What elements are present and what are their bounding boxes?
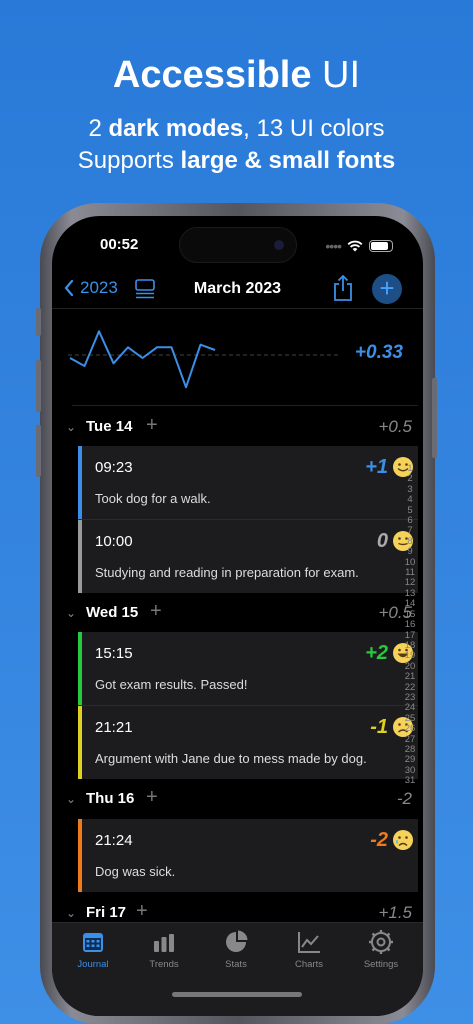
tab-label: Settings <box>363 959 399 970</box>
smiley-crying-icon <box>393 830 413 850</box>
tab-bar: Journal Trends Stats Charts Settings <box>52 922 423 1016</box>
date-index-scrubber[interactable]: 1 2 3 4 5 6 7 8 9 10 11 12 13 14 15 16 17 18 19 20 21 22 23 24 2… <box>403 463 417 787</box>
promo-line-1-post: , 13 UI colors <box>243 115 385 142</box>
add-entry-button[interactable]: + <box>372 274 402 304</box>
entry-note: Studying and reading in preparation for … <box>95 565 359 580</box>
journal-entry[interactable]: 09:23 +1 Took dog for a walk. <box>78 446 418 519</box>
journal-entry[interactable]: 10:00 0 Studying and reading in preparat… <box>78 520 418 593</box>
phone-volume-down <box>36 425 41 477</box>
promo-line-2-bold: large & small fonts <box>180 147 396 174</box>
entry-score: +1 <box>365 456 388 478</box>
chevron-down-icon[interactable]: ⌄ <box>66 792 76 806</box>
tab-charts[interactable]: Charts <box>274 929 344 970</box>
divider <box>72 405 418 406</box>
add-day-entry-icon[interactable]: + <box>146 786 158 809</box>
calendar-icon <box>83 933 103 952</box>
entry-note: Argument with Jane due to mess made by d… <box>95 751 367 766</box>
plus-icon: + <box>379 273 395 303</box>
promo-line-1: 2 dark modes, 13 UI colors <box>0 114 473 144</box>
entry-time: 09:23 <box>95 459 133 476</box>
entry-time: 21:21 <box>95 719 133 736</box>
home-indicator[interactable] <box>172 992 302 997</box>
phone-silent-switch <box>36 308 41 336</box>
entry-score: -2 <box>370 829 388 851</box>
phone-power-button <box>432 378 437 458</box>
cellular-dots-icon: •••• <box>325 238 342 254</box>
promo-line-1-bold: dark modes <box>108 115 244 142</box>
entry-note: Got exam results. Passed! <box>95 677 248 692</box>
entry-score: -1 <box>370 716 388 738</box>
journal-entry[interactable]: 21:21 -1 Argument with Jane due to mess … <box>78 706 418 779</box>
day-score: +1.5 <box>378 903 412 922</box>
dynamic-island <box>179 227 297 263</box>
line-chart-icon <box>298 932 320 953</box>
date-index-item[interactable]: 26 <box>403 723 417 734</box>
bar-chart-icon <box>154 934 174 952</box>
journal-entry[interactable]: 21:24 -2 Dog was sick. <box>78 819 418 892</box>
day-label: Fri 17 <box>86 904 127 921</box>
app-screen: 00:52 •••• 2023 March 2023 + +0.33 ⌄ Tue… <box>52 216 423 1016</box>
tab-label: Journal <box>77 959 109 970</box>
entry-note: Dog was sick. <box>95 864 176 879</box>
navigation-bar: 2023 March 2023 + <box>52 274 423 306</box>
entry-time: 21:24 <box>95 832 133 849</box>
promo-line-2-pre: Supports <box>77 147 181 174</box>
chevron-down-icon[interactable]: ⌄ <box>66 906 76 920</box>
tab-label: Trends <box>149 959 179 970</box>
day-score: -2 <box>396 789 412 808</box>
promo-title-bold: Accessible <box>112 54 312 96</box>
promo-line-2: Supports large & small fonts <box>0 146 473 176</box>
divider <box>52 308 423 309</box>
tab-stats[interactable]: Stats <box>201 929 271 970</box>
promo-title-rest: UI <box>311 54 361 96</box>
day-score: +0.5 <box>378 417 412 436</box>
camera-icon <box>274 240 284 250</box>
promo-title: Accessible UI <box>0 52 473 98</box>
entry-score: +2 <box>365 642 388 664</box>
tab-trends[interactable]: Trends <box>129 929 199 970</box>
tab-label: Stats <box>225 959 247 970</box>
day-label: Tue 14 <box>86 418 133 435</box>
entry-note: Took dog for a walk. <box>95 491 211 506</box>
status-time: 00:52 <box>100 236 139 253</box>
average-score: +0.33 <box>354 342 403 363</box>
date-index-item[interactable]: 16 <box>403 619 417 630</box>
add-day-entry-icon[interactable]: + <box>146 414 158 437</box>
battery-icon <box>369 240 393 252</box>
chevron-down-icon[interactable]: ⌄ <box>66 606 76 620</box>
day-header[interactable]: ⌄ Wed 15 + +0.5 <box>66 600 412 626</box>
date-index-item[interactable]: 31 <box>403 775 417 786</box>
tab-label: Charts <box>295 959 323 970</box>
tab-journal[interactable]: Journal <box>58 929 128 970</box>
journal-entry[interactable]: 15:15 +2 Got exam results. Passed! <box>78 632 418 705</box>
entry-time: 15:15 <box>95 645 133 662</box>
tab-settings[interactable]: Settings <box>346 929 416 970</box>
mood-sparkline[interactable] <box>68 318 338 398</box>
sparkline-line <box>69 330 216 389</box>
page-title: March 2023 <box>193 280 282 297</box>
day-header[interactable]: ⌄ Thu 16 + -2 <box>66 786 412 812</box>
gear-icon <box>369 930 393 954</box>
day-header[interactable]: ⌄ Tue 14 + +0.5 <box>66 414 412 440</box>
date-index-item[interactable]: 21 <box>403 671 417 682</box>
pie-chart-icon <box>226 930 248 952</box>
phone-volume-up <box>36 360 41 412</box>
promo-line-1-pre: 2 <box>88 115 109 142</box>
add-day-entry-icon[interactable]: + <box>136 900 148 923</box>
day-label: Thu 16 <box>86 790 135 807</box>
share-icon[interactable] <box>331 274 355 302</box>
entry-time: 10:00 <box>95 533 133 550</box>
day-label: Wed 15 <box>86 604 139 621</box>
wifi-icon <box>347 240 363 252</box>
entry-score: 0 <box>376 530 388 552</box>
add-day-entry-icon[interactable]: + <box>150 600 162 623</box>
chevron-down-icon[interactable]: ⌄ <box>66 420 76 434</box>
status-icons: •••• <box>325 238 393 254</box>
